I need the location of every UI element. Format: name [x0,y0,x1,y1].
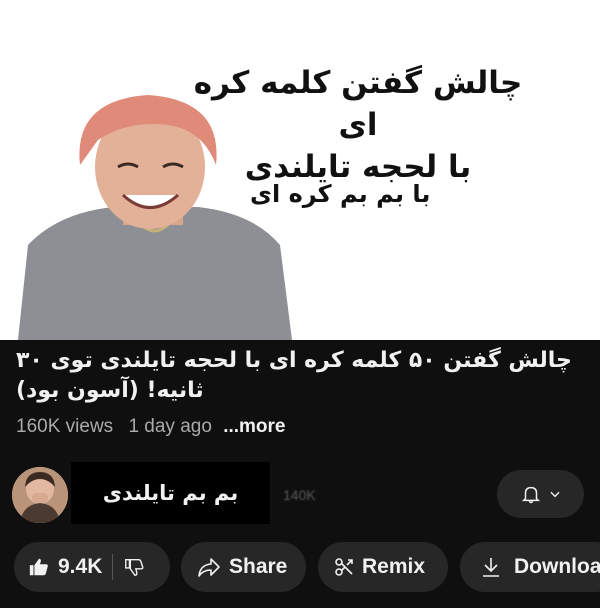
remix-button[interactable]: Remix [318,542,448,592]
chevron-down-icon [549,491,560,498]
like-icon[interactable] [28,556,50,578]
more-link[interactable]: ...more [223,416,285,437]
download-label: Downloa [514,555,600,578]
download-icon [483,558,499,577]
like-count[interactable]: 9.4K [58,555,102,579]
download-button[interactable]: Downloa [460,542,600,592]
thumbnail-subtitle: با بم بم کره ای [250,180,431,208]
notification-button[interactable] [497,470,584,518]
thumbnail-title: چالش گفتن کلمه کره ای با لحجه تایلندی [178,62,538,188]
remix-label: Remix [362,555,426,578]
video-thumbnail[interactable]: چالش گفتن کلمه کره ای با لحجه تایلندی با… [0,0,600,340]
channel-avatar[interactable] [12,467,68,523]
video-title[interactable]: چالش گفتن ۵۰ کلمه کره ای با لحجه تایلندی… [16,346,584,406]
like-dislike-group: 9.4K [14,542,170,592]
thumbnail-title-line1: چالش گفتن کلمه کره ای [193,65,523,143]
like-separator [112,554,114,580]
upload-age: 1 day ago [128,416,212,437]
bell-icon [521,486,540,504]
remix-icon [335,558,353,576]
channel-name[interactable]: بم بم تایلندی [71,462,270,524]
avatar-image [12,467,68,523]
video-info: چالش گفتن ۵۰ کلمه کره ای با لحجه تایلندی… [0,340,600,460]
dislike-icon[interactable] [123,556,145,578]
video-meta[interactable]: 160K views 1 day ago ...more [16,416,286,438]
share-button[interactable]: Share [181,542,306,592]
share-icon [198,558,220,577]
view-count: 160K views [16,416,114,437]
subscriber-count: 140K [283,487,316,503]
share-label: Share [229,555,288,578]
